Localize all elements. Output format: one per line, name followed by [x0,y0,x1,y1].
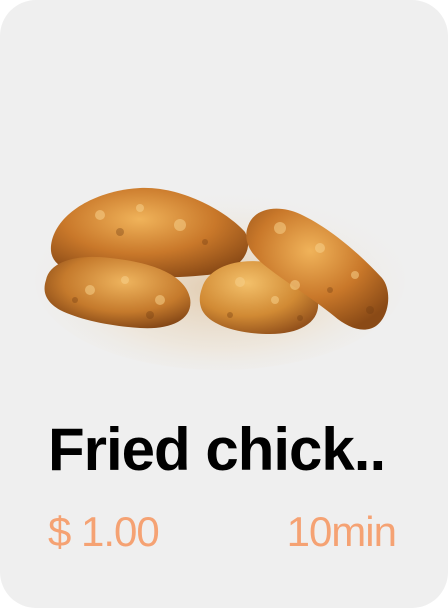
item-title: Fried chick.. [48,416,386,483]
food-card[interactable]: Fried chick.. $ 1.00 10min [0,0,448,608]
item-prep-time: 10min [286,508,397,555]
item-price: $ 1.00 [48,508,160,555]
fried-chicken-image [30,170,410,370]
